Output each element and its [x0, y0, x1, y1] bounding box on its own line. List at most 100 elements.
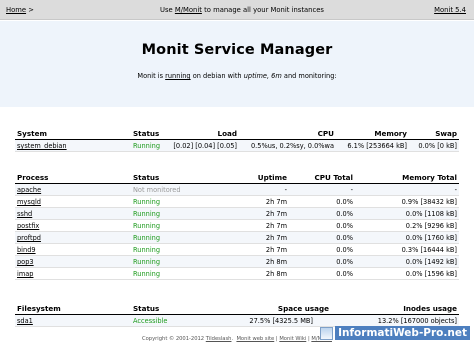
uptime-value: 2h 8m — [265, 270, 287, 278]
process-name-link[interactable]: proftpd — [17, 234, 41, 242]
table-row: bind9 Running 2h 7m 0.0% 0.3% [16444 kB] — [15, 244, 459, 256]
status-badge: Running — [133, 210, 161, 218]
cpu-value: 0.5%us, 0.2%sy, 0.0%wa — [250, 142, 334, 150]
cpu-total-value: 0.0% — [336, 270, 353, 278]
memory-total-value: 0.0% [1760 kB] — [405, 234, 457, 242]
process-table: Process Status Uptime CPU Total Memory T… — [15, 172, 459, 280]
cpu-total-value: 0.0% — [336, 246, 353, 254]
system-name-link[interactable]: system_debian — [17, 142, 67, 150]
summary-suffix: and monitoring: — [283, 72, 337, 80]
uptime-value: 2h 7m — [265, 246, 287, 254]
status-badge: Running — [133, 234, 161, 242]
header-banner: Monit Service Manager Monit is running o… — [0, 21, 474, 107]
top-bar: Home > Use M/Monit to manage all your Mo… — [0, 0, 474, 20]
table-row: pop3 Running 2h 8m 0.0% 0.0% [1492 kB] — [15, 256, 459, 268]
uptime-text: uptime, 6m — [243, 72, 282, 80]
process-name-link[interactable]: bind9 — [17, 246, 36, 254]
cpu-total-value: 0.0% — [336, 258, 353, 266]
col-swap: Swap — [435, 129, 457, 138]
process-name-link[interactable]: sshd — [17, 210, 32, 218]
footer-separator: | — [307, 336, 310, 342]
col-filesystem: Filesystem — [17, 304, 61, 313]
watermark-text: InformatiWeb-Pro.net — [335, 326, 470, 340]
status-badge: Running — [133, 222, 161, 230]
filesystem-name-link[interactable]: sda1 — [17, 317, 33, 325]
system-table-header: System Status Load CPU Memory Swap — [15, 128, 459, 140]
table-row: imap Running 2h 8m 0.0% 0.0% [1596 kB] — [15, 268, 459, 280]
col-status: Status — [133, 173, 160, 182]
uptime-value: 2h 7m — [265, 210, 287, 218]
memory-total-value: 0.0% [1108 kB] — [405, 210, 457, 218]
process-name-link[interactable]: postfix — [17, 222, 39, 230]
cpu-total-value: 0.0% — [336, 222, 353, 230]
col-system: System — [17, 129, 47, 138]
col-process: Process — [17, 173, 49, 182]
mmonit-link[interactable]: M/Monit — [175, 6, 202, 14]
status-badge: Running — [133, 246, 161, 254]
process-name-link[interactable]: pop3 — [17, 258, 34, 266]
manage-prefix: Use — [160, 6, 173, 14]
page-title: Monit Service Manager — [141, 42, 333, 58]
process-table-header: Process Status Uptime CPU Total Memory T… — [15, 172, 459, 184]
col-space-usage: Space usage — [277, 304, 329, 313]
status-badge: Running — [133, 258, 161, 266]
memory-total-value: 0.0% [1596 kB] — [405, 270, 457, 278]
status-badge: Running — [133, 142, 161, 150]
col-inodes-usage: Inodes usage — [403, 304, 457, 313]
col-memory-total: Memory Total — [402, 173, 457, 182]
uptime-value: 2h 7m — [265, 222, 287, 230]
load-value: [0.02] [0.04] [0.05] — [173, 142, 237, 150]
manage-suffix: to manage all your Monit instances — [204, 6, 324, 14]
col-memory: Memory — [374, 129, 407, 138]
home-link[interactable]: Home — [6, 6, 26, 14]
col-cpu-total: CPU Total — [314, 173, 353, 182]
copyright-text: Copyright © 2001-2012 — [142, 336, 205, 342]
inodes-usage-value: 13.2% [167000 objects] — [377, 317, 457, 325]
table-row: system_debian Running [0.02] [0.04] [0.0… — [15, 140, 459, 152]
table-row: sshd Running 2h 7m 0.0% 0.0% [1108 kB] — [15, 208, 459, 220]
status-badge: Not monitored — [133, 186, 181, 194]
uptime-value: - — [284, 186, 287, 194]
status-summary: Monit is running on debian with uptime, … — [0, 72, 474, 80]
summary-prefix: Monit is — [137, 72, 164, 80]
memory-total-value: 0.9% [38432 kB] — [401, 198, 457, 206]
watermark: InformatiWeb-Pro.net — [320, 326, 470, 340]
swap-value: 0.0% [0 kB] — [418, 142, 457, 150]
table-row: apache Not monitored - - - — [15, 184, 459, 196]
footer-separator: | — [275, 336, 278, 342]
breadcrumb-arrow: > — [28, 6, 34, 14]
summary-mid: on debian with — [192, 72, 242, 80]
uptime-value: 2h 7m — [265, 234, 287, 242]
uptime-value: 2h 7m — [265, 198, 287, 206]
col-status: Status — [133, 129, 160, 138]
space-usage-value: 27.5% [4325.5 MB] — [249, 317, 313, 325]
col-uptime: Uptime — [257, 173, 287, 182]
process-rows: apache Not monitored - - - mysqld Running 2h 7m… — [15, 184, 459, 280]
breadcrumb: Home > — [6, 6, 34, 14]
process-name-link[interactable]: mysqld — [17, 198, 41, 206]
process-name-link[interactable]: imap — [17, 270, 33, 278]
tildeslash-link[interactable]: Tildeslash — [206, 336, 232, 342]
monit-wiki-link[interactable]: Monit Wiki — [279, 336, 306, 342]
memory-total-value: 0.2% [9296 kB] — [405, 222, 457, 230]
monit-website-link[interactable]: Monit web site — [236, 336, 274, 342]
table-row: postfix Running 2h 7m 0.0% 0.2% [9296 kB] — [15, 220, 459, 232]
memory-total-value: - — [454, 186, 457, 194]
cpu-total-value: 0.0% — [336, 210, 353, 218]
table-row: proftpd Running 2h 7m 0.0% 0.0% [1760 kB] — [15, 232, 459, 244]
memory-total-value: 0.3% [16444 kB] — [401, 246, 457, 254]
manage-notice: Use M/Monit to manage all your Monit ins… — [160, 6, 324, 14]
running-link[interactable]: running — [165, 72, 190, 80]
version-link[interactable]: Monit 5.4 — [434, 6, 466, 14]
col-status: Status — [133, 304, 160, 313]
screen-icon — [320, 326, 334, 340]
table-row: mysqld Running 2h 7m 0.0% 0.9% [38432 kB] — [15, 196, 459, 208]
system-table: System Status Load CPU Memory Swap syste… — [15, 128, 459, 152]
col-cpu: CPU — [317, 129, 334, 138]
filesystem-table-header: Filesystem Status Space usage Inodes usa… — [15, 303, 459, 315]
status-badge: Running — [133, 270, 161, 278]
memory-total-value: 0.0% [1492 kB] — [405, 258, 457, 266]
status-badge: Running — [133, 198, 161, 206]
status-badge: Accessible — [133, 317, 168, 325]
process-name-link[interactable]: apache — [17, 186, 41, 194]
